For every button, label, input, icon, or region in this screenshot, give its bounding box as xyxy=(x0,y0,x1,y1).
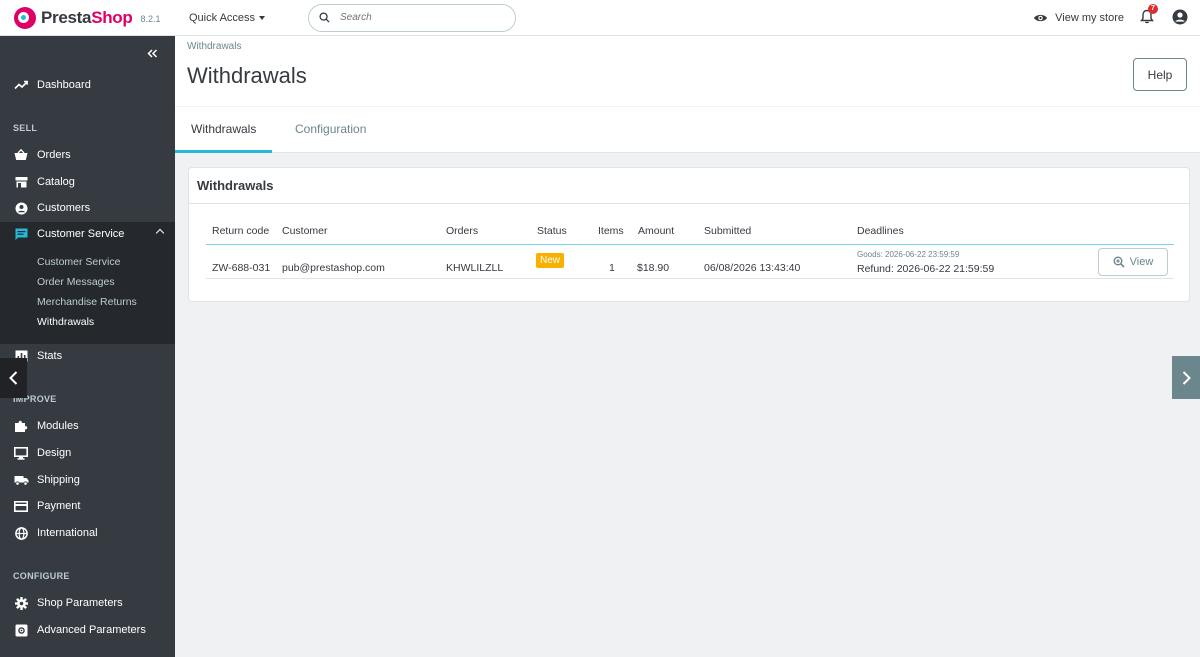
cell-customer: pub@prestashop.com xyxy=(282,262,385,274)
sidebar: Dashboard SELL Orders Catalog Customers … xyxy=(0,36,175,657)
globe-icon xyxy=(13,525,29,541)
sidebar-item-label: Catalog xyxy=(37,176,75,188)
eye-icon xyxy=(1034,14,1048,22)
column-header-return-code: Return code xyxy=(212,225,270,237)
sidebar-item-label: Orders xyxy=(37,149,71,161)
settings-box-icon xyxy=(13,622,29,638)
desktop-icon xyxy=(13,445,29,461)
shopping-basket-icon xyxy=(13,147,29,163)
view-button-label: View xyxy=(1129,256,1154,268)
notifications-button[interactable]: 7 xyxy=(1140,4,1158,27)
gear-icon xyxy=(13,595,29,611)
sidebar-item-customers[interactable]: Customers xyxy=(0,196,175,220)
sidebar-item-label: Customers xyxy=(37,202,91,214)
version-label: 8.2.1 xyxy=(140,14,161,24)
withdrawals-card: Withdrawals Return code Customer Orders … xyxy=(188,167,1190,302)
double-chevron-left-icon xyxy=(147,49,158,58)
caret-down-icon xyxy=(259,15,266,20)
chevron-right-icon xyxy=(1182,370,1191,385)
store-icon xyxy=(13,174,29,190)
sidebar-item-label: Advanced Parameters xyxy=(37,624,146,636)
view-my-store-link[interactable]: View my store xyxy=(1033,12,1124,24)
side-panel-toggle-right-button[interactable] xyxy=(1172,356,1200,399)
sidebar-item-payment[interactable]: Payment xyxy=(0,494,175,518)
zoom-in-icon xyxy=(1113,256,1125,268)
sidebar-item-label: International xyxy=(37,527,98,539)
customer-service-submenu: Customer Service Order Messages Merchand… xyxy=(0,245,175,344)
sidebar-item-customer-service[interactable]: Customer Service xyxy=(0,222,175,246)
sidebar-item-label: Shipping xyxy=(37,474,80,486)
sidebar-item-label: Shop Parameters xyxy=(37,597,123,609)
tabs-bar: Withdrawals Configuration xyxy=(175,107,1200,153)
prestashop-logo[interactable]: PrestaShop 8.2.1 xyxy=(14,6,179,29)
trending-up-icon xyxy=(13,77,29,93)
column-header-orders: Orders xyxy=(446,225,479,237)
search-input[interactable] xyxy=(340,12,490,23)
cell-order: KHWLILZLL xyxy=(446,262,504,274)
search-icon xyxy=(319,12,330,23)
sidebar-item-catalog[interactable]: Catalog xyxy=(0,170,175,194)
column-header-items: Items xyxy=(598,225,624,237)
sidebar-item-dashboard[interactable]: Dashboard xyxy=(0,73,175,97)
credit-card-icon xyxy=(13,498,29,514)
cell-deadline-refund: Refund: 2026-06-22 21:59:59 xyxy=(857,263,995,275)
column-header-customer: Customer xyxy=(282,225,328,237)
column-header-status: Status xyxy=(537,225,567,237)
puzzle-icon xyxy=(13,418,29,434)
cell-return-code: ZW-688-031 xyxy=(212,262,271,274)
sidebar-item-label: Customer Service xyxy=(37,228,125,240)
submenu-item-withdrawals[interactable]: Withdrawals xyxy=(37,316,94,328)
chat-icon xyxy=(13,226,29,242)
help-button[interactable]: Help xyxy=(1133,58,1187,91)
chevron-left-icon xyxy=(9,371,18,385)
section-title-sell: SELL xyxy=(13,123,38,133)
tab-withdrawals[interactable]: Withdrawals xyxy=(175,107,273,153)
column-header-submitted: Submitted xyxy=(704,225,752,237)
card-title: Withdrawals xyxy=(189,168,1189,204)
section-title-configure: CONFIGURE xyxy=(13,571,70,581)
sidebar-item-label: Payment xyxy=(37,500,81,512)
user-account-button[interactable] xyxy=(1172,9,1188,28)
status-badge: New xyxy=(536,253,565,268)
sidebar-item-label: Dashboard xyxy=(37,79,91,91)
account-circle-icon xyxy=(13,200,29,216)
user-avatar-icon xyxy=(1172,9,1188,24)
breadcrumb[interactable]: Withdrawals xyxy=(187,41,241,52)
quick-access-label: Quick Access xyxy=(189,11,256,24)
quick-access-dropdown[interactable]: Quick Access xyxy=(189,12,291,24)
submenu-item-merchandise-returns[interactable]: Merchandise Returns xyxy=(37,296,137,308)
page-title: Withdrawals xyxy=(187,63,307,88)
submenu-item-order-messages[interactable]: Order Messages xyxy=(37,276,115,288)
notifications-count-badge: 7 xyxy=(1148,4,1158,14)
sidebar-item-shop-parameters[interactable]: Shop Parameters xyxy=(0,591,175,615)
cell-deadline-goods: Goods: 2026-06-22 23:59:59 xyxy=(857,250,960,259)
cell-submitted: 06/08/2026 13:43:40 xyxy=(704,262,801,274)
cell-items: 1 xyxy=(609,262,615,274)
tab-configuration[interactable]: Configuration xyxy=(279,107,382,153)
column-header-deadlines: Deadlines xyxy=(857,225,904,237)
puffin-logo-icon xyxy=(14,6,36,29)
chevron-up-icon xyxy=(155,228,165,238)
brand-name: PrestaShop xyxy=(41,7,133,27)
collapse-sidebar-button[interactable] xyxy=(147,46,158,61)
search-box[interactable] xyxy=(308,3,516,32)
sidebar-item-advanced-parameters[interactable]: Advanced Parameters xyxy=(0,618,175,642)
top-header: PrestaShop 8.2.1 Quick Access View my st… xyxy=(0,0,1200,36)
submenu-item-customer-service[interactable]: Customer Service xyxy=(37,256,120,268)
sidebar-item-shipping[interactable]: Shipping xyxy=(0,468,175,492)
column-header-amount: Amount xyxy=(638,225,675,237)
sidebar-item-orders[interactable]: Orders xyxy=(0,143,175,167)
sidebar-item-label: Modules xyxy=(37,420,79,432)
sidebar-toggle-left-button[interactable] xyxy=(0,358,27,398)
sidebar-item-modules[interactable]: Modules xyxy=(0,414,175,438)
cell-amount: $18.90 xyxy=(637,262,670,274)
view-button[interactable]: View xyxy=(1098,248,1168,276)
truck-icon xyxy=(13,472,29,488)
page-header: Withdrawals Withdrawals Help xyxy=(175,36,1200,106)
sidebar-item-design[interactable]: Design xyxy=(0,441,175,465)
view-my-store-label: View my store xyxy=(1055,12,1124,24)
sidebar-item-international[interactable]: International xyxy=(0,521,175,545)
sidebar-item-label: Stats xyxy=(37,350,63,362)
sidebar-item-label: Design xyxy=(37,447,72,459)
